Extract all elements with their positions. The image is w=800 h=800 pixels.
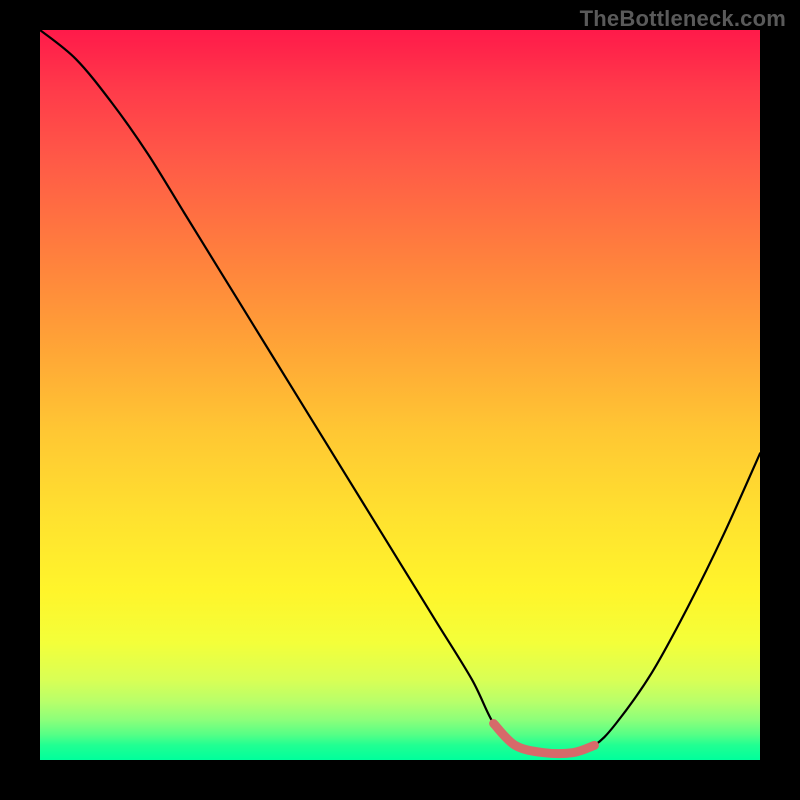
optimal-range-highlight bbox=[40, 30, 760, 760]
plot-area bbox=[40, 30, 760, 760]
watermark-text: TheBottleneck.com bbox=[580, 6, 786, 32]
chart-frame: TheBottleneck.com bbox=[0, 0, 800, 800]
